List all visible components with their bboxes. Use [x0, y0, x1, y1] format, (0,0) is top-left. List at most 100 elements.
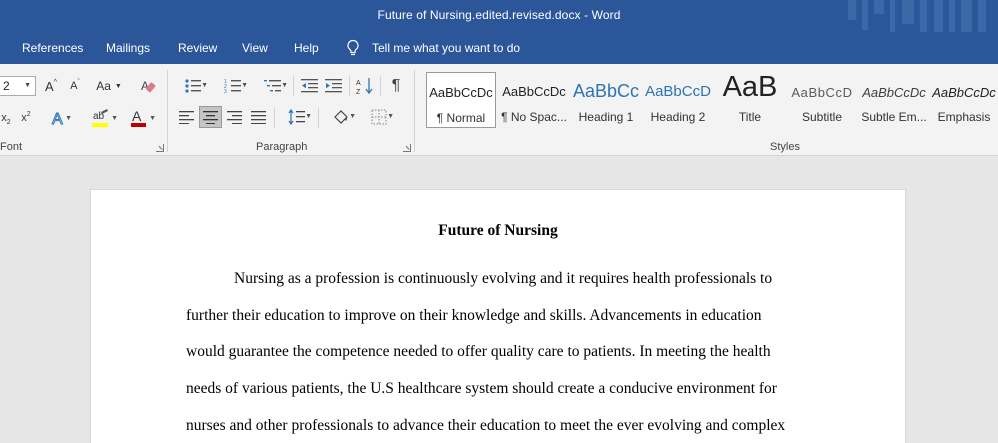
tab-references[interactable]: References — [22, 41, 83, 55]
document-page[interactable]: Future of Nursing Nursing as a professio… — [91, 190, 905, 443]
subscript-button[interactable]: x2 — [0, 109, 12, 127]
shrink-font-button[interactable]: Aˇ — [66, 77, 84, 95]
button-divider — [293, 76, 294, 96]
style-emphasis-preview: AaBbCcDc — [932, 85, 996, 100]
align-right-button[interactable] — [224, 106, 246, 128]
align-right-icon — [227, 111, 242, 124]
word-window: Future of Nursing.edited.revised.docx - … — [0, 0, 998, 443]
document-canvas[interactable]: Future of Nursing Nursing as a professio… — [0, 157, 998, 443]
paragraph-line: nurses and other professionals to advanc… — [186, 417, 786, 434]
chevron-down-icon: ▼ — [24, 82, 31, 89]
button-divider — [380, 76, 381, 96]
font-color-button[interactable]: A ▼ — [122, 107, 156, 129]
button-divider — [349, 76, 350, 96]
line-spacing-icon — [288, 109, 305, 125]
grow-font-button[interactable]: A ^ — [42, 77, 60, 95]
style-title-preview: AaB — [722, 72, 778, 103]
align-left-icon — [179, 111, 194, 124]
borders-icon — [371, 109, 387, 125]
sort-icon: A Z — [356, 78, 373, 95]
style-heading-1[interactable]: AaBbCc Heading 1 — [570, 72, 642, 128]
bullets-icon — [185, 79, 201, 93]
pilcrow-icon: ¶ — [391, 77, 401, 94]
tab-review[interactable]: Review — [178, 41, 217, 55]
tell-me-box[interactable]: Tell me what you want to do — [346, 38, 520, 58]
ribbon-tab-bar: References Mailings Review View Help Tel… — [0, 32, 998, 64]
justify-icon — [251, 111, 266, 124]
svg-text:A: A — [52, 111, 63, 127]
paragraph-group-label: Paragraph — [256, 141, 308, 153]
style-heading-2[interactable]: AaBbCcD Heading 2 — [642, 72, 714, 128]
paragraph-line: would guarantee the competence needed to… — [186, 343, 771, 360]
multilevel-list-button[interactable]: ▼ — [256, 76, 290, 96]
style-normal[interactable]: AaBbCcDc ¶ Normal — [426, 72, 496, 128]
tab-view[interactable]: View — [242, 41, 268, 55]
styles-group-label: Styles — [770, 141, 800, 153]
svg-text:3: 3 — [224, 89, 227, 94]
align-left-button[interactable] — [176, 106, 198, 128]
style-subtle-emphasis-preview: AaBbCcDc — [862, 85, 926, 100]
clear-formatting-button[interactable]: A — [138, 75, 160, 97]
highlighter-icon: ab — [92, 109, 108, 127]
tab-mailings[interactable]: Mailings — [106, 41, 150, 55]
paragraph-line: Nursing as a profession is continuously … — [234, 270, 773, 287]
svg-text:A: A — [141, 79, 149, 93]
style-subtle-emphasis[interactable]: AaBbCcDc Subtle Em... — [858, 72, 930, 128]
line-spacing-button[interactable]: ▼ — [280, 106, 314, 128]
numbering-button[interactable]: 1 2 3 ▼ — [216, 76, 250, 96]
document-title: Future of Nursing — [438, 222, 558, 239]
font-size-dropdown[interactable]: 2 ▼ — [0, 76, 36, 96]
font-size-value: 2 — [3, 79, 10, 93]
text-effects-button[interactable]: A ▼ — [46, 107, 73, 129]
styles-gallery: AaBbCcDc ¶ Normal AaBbCcDc ¶ No Spac... … — [424, 70, 998, 132]
justify-button[interactable] — [248, 106, 270, 128]
style-normal-preview: AaBbCcDc — [429, 85, 493, 100]
button-divider — [318, 108, 319, 128]
style-no-spacing[interactable]: AaBbCcDc ¶ No Spac... — [498, 72, 570, 128]
style-subtitle-preview: AaBbCcD — [791, 85, 853, 100]
increase-indent-icon — [325, 79, 342, 93]
align-center-button[interactable] — [199, 106, 222, 128]
tab-help[interactable]: Help — [294, 41, 319, 55]
paragraph-line: needs of various patients, the U.S healt… — [186, 380, 777, 397]
button-divider — [274, 108, 275, 128]
style-no-spacing-preview: AaBbCcDc — [502, 84, 566, 99]
tell-me-text: Tell me what you want to do — [372, 41, 521, 55]
group-divider — [167, 70, 168, 152]
title-bar: Future of Nursing.edited.revised.docx - … — [0, 0, 998, 62]
change-case-button[interactable]: Aa ▼ — [94, 77, 124, 95]
sort-button[interactable]: A Z — [354, 76, 376, 96]
style-emphasis-label: Emphasis — [937, 110, 991, 124]
style-title-label: Title — [738, 110, 762, 124]
style-normal-label: ¶ Normal — [436, 111, 486, 125]
paragraph-line: further their education to improve on th… — [186, 307, 762, 324]
font-dialog-launcher[interactable] — [156, 144, 164, 152]
numbered-list-icon: 1 2 3 — [224, 79, 241, 94]
borders-button[interactable]: ▼ — [362, 106, 396, 128]
align-center-icon — [202, 111, 218, 124]
svg-text:A: A — [356, 80, 361, 87]
highlight-color-button[interactable]: ab ▼ — [84, 107, 118, 129]
paragraph-dialog-launcher[interactable] — [403, 144, 411, 152]
style-heading-2-label: Heading 2 — [650, 110, 706, 124]
increase-indent-button[interactable] — [323, 76, 345, 96]
ribbon: 2 ▼ A ^ Aˇ Aa ▼ A x2 x2 A ▼ ab ▼ A ▼ Fon… — [0, 64, 998, 156]
font-color-icon: A — [131, 108, 146, 127]
bullets-button[interactable]: ▼ — [176, 76, 210, 96]
group-divider — [414, 70, 415, 152]
style-emphasis[interactable]: AaBbCcDc Emphasis — [930, 72, 998, 128]
style-title[interactable]: AaB Title — [714, 72, 786, 128]
svg-text:A: A — [132, 108, 142, 124]
decrease-indent-button[interactable] — [299, 76, 321, 96]
style-heading-1-label: Heading 1 — [578, 110, 634, 124]
style-subtitle[interactable]: AaBbCcD Subtitle — [786, 72, 858, 128]
superscript-button[interactable]: x2 — [18, 109, 34, 127]
show-formatting-marks-button[interactable]: ¶ — [386, 76, 406, 96]
style-heading-2-preview: AaBbCcD — [645, 83, 711, 100]
font-group-label: Font — [0, 141, 23, 153]
svg-text:Z: Z — [356, 89, 361, 95]
style-no-spacing-label: ¶ No Spac... — [501, 110, 567, 124]
paint-bucket-icon — [334, 110, 348, 124]
style-subtle-emphasis-label: Subtle Em... — [861, 110, 927, 124]
shading-button[interactable]: ▼ — [324, 106, 358, 128]
